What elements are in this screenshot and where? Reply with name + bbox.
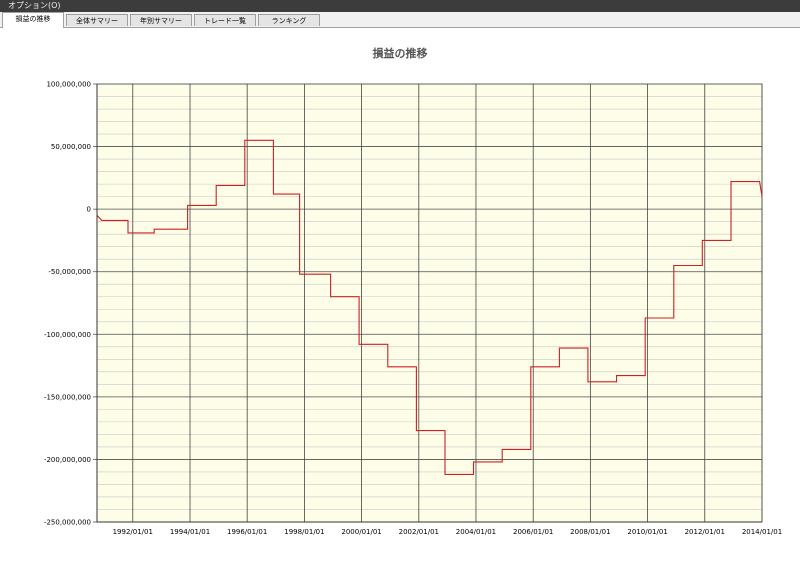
y-tick-label: -150,000,000: [44, 393, 91, 401]
x-tick-label: 2000/01/01: [341, 528, 381, 536]
x-tick-label: 1992/01/01: [113, 528, 153, 536]
y-tick-label: -100,000,000: [44, 331, 91, 339]
y-tick-label: 50,000,000: [51, 143, 91, 151]
y-tick-label: -200,000,000: [44, 456, 91, 464]
x-tick-label: 2008/01/01: [570, 528, 610, 536]
x-tick-label: 2002/01/01: [399, 528, 439, 536]
y-tick-label: -250,000,000: [44, 519, 91, 527]
y-tick-label: 0: [87, 206, 91, 214]
x-tick-label: 2012/01/01: [685, 528, 725, 536]
y-tick-label: 100,000,000: [46, 81, 91, 89]
x-tick-label: 2006/01/01: [513, 528, 553, 536]
x-tick-label: 2010/01/01: [627, 528, 667, 536]
x-tick-label: 2014/01/01: [742, 528, 782, 536]
plot-area: [96, 83, 763, 523]
x-tick-label: 1998/01/01: [284, 528, 324, 536]
profit-chart: 100,000,000 50,000,000 0 -50,000,000 -100,00…: [44, 81, 782, 537]
x-tick-label: 1994/01/01: [170, 528, 210, 536]
x-tick-label: 2004/01/01: [456, 528, 496, 536]
x-tick-label: 1996/01/01: [227, 528, 267, 536]
y-tick-label: -50,000,000: [48, 268, 91, 276]
tab-profit-history[interactable]: 損益の推移: [2, 12, 64, 28]
